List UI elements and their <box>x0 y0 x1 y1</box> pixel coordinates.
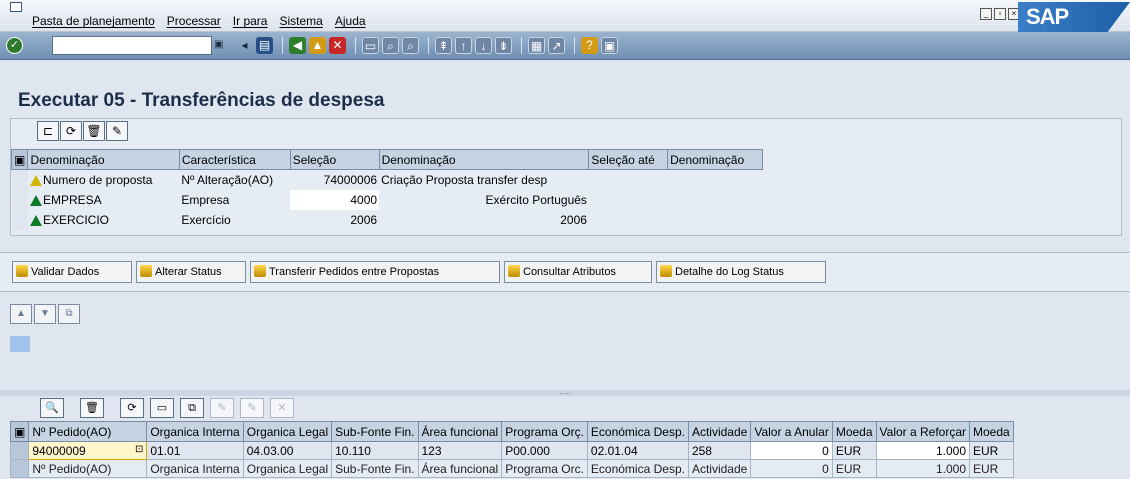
pedido-input[interactable]: 94000009 ⊡ <box>28 441 148 460</box>
yellow-triangle-icon <box>29 175 42 187</box>
green-triangle-icon <box>29 194 42 206</box>
details-icon[interactable]: 🔍 <box>40 398 64 418</box>
col-valor-anular[interactable]: Valor a Anular <box>750 421 833 442</box>
detalhe-log-status-button[interactable]: Detalhe do Log Status <box>656 261 826 283</box>
page-title: Executar 05 - Transferências de despesa <box>18 90 385 111</box>
tree-selection[interactable] <box>10 336 30 352</box>
col-sub-fonte[interactable]: Sub-Fonte Fin. <box>331 421 419 442</box>
find-next-icon[interactable]: ⌕ <box>402 37 419 54</box>
move-up-icon[interactable]: ▲ <box>10 304 32 324</box>
sap-logo: SAP <box>1018 2 1130 32</box>
minimize-icon[interactable]: _ <box>980 8 992 20</box>
selection-row: EMPRESA Empresa 4000 Exército Português <box>11 189 763 210</box>
tree-node-icon[interactable]: ⧉ <box>58 304 80 324</box>
copy-row-icon[interactable]: ⧉ <box>180 398 204 418</box>
standard-toolbar: ✓ ▣ ◂ ▤ ◀ ▲ ✕ ▭ ⌕ ⌕ ⇞ ↑ ↓ ⇟ ▦ ↗ ? ▣ <box>0 32 1130 60</box>
tree-area: ▲ ▼ ⧉ <box>10 300 1130 392</box>
menu-ir-para[interactable]: Ir para <box>233 14 268 28</box>
selection-row: EXERCICIO Exercício 2006 2006 <box>11 209 763 230</box>
green-triangle-icon <box>29 214 42 226</box>
selection-row: Numero de proposta Nº Alteração(AO) 7400… <box>11 169 763 190</box>
system-menu-icon[interactable] <box>10 2 22 12</box>
menu-bar: Pasta de planejamento Processar Ir para … <box>0 0 1130 32</box>
selection-grid: ▣ Denominação Característica Seleção Den… <box>10 149 763 230</box>
back-icon[interactable]: ◀ <box>289 37 306 54</box>
exit-icon[interactable]: ▲ <box>309 37 326 54</box>
select-all-icon[interactable]: ▣ <box>10 149 29 170</box>
last-page-icon[interactable]: ⇟ <box>495 37 512 54</box>
shortcut-icon[interactable]: ↗ <box>548 37 565 54</box>
find-icon[interactable]: ⌕ <box>382 37 399 54</box>
col-selecao[interactable]: Seleção <box>289 149 380 170</box>
table-row: Nº Pedido(AO) Organica Interna Organica … <box>9 459 1014 478</box>
edit-disabled-icon: ✎ <box>210 398 234 418</box>
layout-menu-icon[interactable]: ▣ <box>601 37 618 54</box>
action-button-bar: Validar Dados Alterar Status Transferir … <box>0 252 1130 292</box>
col-denominacao-2[interactable]: Denominação <box>378 149 590 170</box>
move-down-icon[interactable]: ▼ <box>34 304 56 324</box>
expand-icon[interactable]: ◂ <box>236 37 253 54</box>
refresh-icon[interactable]: ⟳ <box>60 121 82 141</box>
alterar-status-button[interactable]: Alterar Status <box>136 261 246 283</box>
transferir-pedidos-button[interactable]: Transferir Pedidos entre Propostas <box>250 261 500 283</box>
new-session-icon[interactable]: ▦ <box>528 37 545 54</box>
select-all-icon[interactable]: ▣ <box>9 421 30 442</box>
command-history-icon[interactable]: ▣ <box>214 39 223 50</box>
col-denominacao-3[interactable]: Denominação <box>667 149 763 170</box>
menu-ajuda[interactable]: Ajuda <box>335 14 366 28</box>
delete-icon[interactable]: 🗑 <box>83 121 105 141</box>
col-programa[interactable]: Programa Orç. <box>501 421 588 442</box>
col-pedido[interactable]: Nº Pedido(AO) <box>28 421 148 442</box>
selection-panel: ⊏ ⟳ 🗑 ✎ ▣ Denominação Característica Sel… <box>10 118 1122 236</box>
col-organica-interna[interactable]: Organica Interna <box>146 421 244 442</box>
command-field[interactable] <box>52 36 212 55</box>
col-actividade[interactable]: Actividade <box>687 421 752 442</box>
col-moeda-2[interactable]: Moeda <box>969 421 1014 442</box>
cancel-icon[interactable]: ✕ <box>329 37 346 54</box>
orders-grid: ▣ Nº Pedido(AO) Organica Interna Organic… <box>9 421 1014 478</box>
delete-row-icon[interactable]: 🗑 <box>80 398 104 418</box>
table-row: 94000009 ⊡ 01.01 04.03.00 10.110 123 P00.… <box>9 441 1014 460</box>
menu-processar[interactable]: Processar <box>167 14 221 28</box>
save-icon[interactable]: ▤ <box>256 37 273 54</box>
enter-icon[interactable]: ✓ <box>6 37 23 54</box>
empresa-input[interactable]: 4000 <box>290 189 380 210</box>
splitter[interactable]: ..... <box>0 388 1130 396</box>
expand-toggle-icon[interactable]: ⊏ <box>37 121 59 141</box>
value-help-icon[interactable]: ⊡ <box>135 444 143 455</box>
first-page-icon[interactable]: ⇞ <box>435 37 452 54</box>
col-economica[interactable]: Económica Desp. <box>586 421 689 442</box>
col-organica-legal[interactable]: Organica Legal <box>242 421 333 442</box>
col-selecao-ate[interactable]: Seleção até <box>588 149 669 170</box>
validar-dados-button[interactable]: Validar Dados <box>12 261 132 283</box>
consultar-atributos-button[interactable]: Consultar Atributos <box>504 261 652 283</box>
orders-toolbar: 🔍 🗑 ⟳ ▭ ⧉ ✎ ✎ ✕ <box>40 398 294 418</box>
edit2-disabled-icon: ✎ <box>240 398 264 418</box>
next-page-icon[interactable]: ↓ <box>475 37 492 54</box>
col-denominacao[interactable]: Denominação <box>27 149 180 170</box>
delete-disabled-icon: ✕ <box>270 398 294 418</box>
maximize-icon[interactable]: ▫ <box>994 8 1006 20</box>
menu-sistema[interactable]: Sistema <box>279 14 322 28</box>
menu-pasta[interactable]: Pasta de planejamento <box>32 14 155 28</box>
col-valor-reforcar[interactable]: Valor a Reforçar <box>875 421 971 442</box>
refresh-grid-icon[interactable]: ⟳ <box>120 398 144 418</box>
edit-icon[interactable]: ✎ <box>106 121 128 141</box>
col-moeda[interactable]: Moeda <box>831 421 877 442</box>
previous-page-icon[interactable]: ↑ <box>455 37 472 54</box>
col-area-funcional[interactable]: Área funcional <box>417 421 503 442</box>
valor-reforcar-input[interactable]: 1.000 <box>875 441 971 460</box>
help-icon[interactable]: ? <box>581 37 598 54</box>
valor-anular-input[interactable]: 0 <box>750 441 833 460</box>
col-caracteristica[interactable]: Característica <box>178 149 291 170</box>
new-row-icon[interactable]: ▭ <box>150 398 174 418</box>
print-icon[interactable]: ▭ <box>362 37 379 54</box>
